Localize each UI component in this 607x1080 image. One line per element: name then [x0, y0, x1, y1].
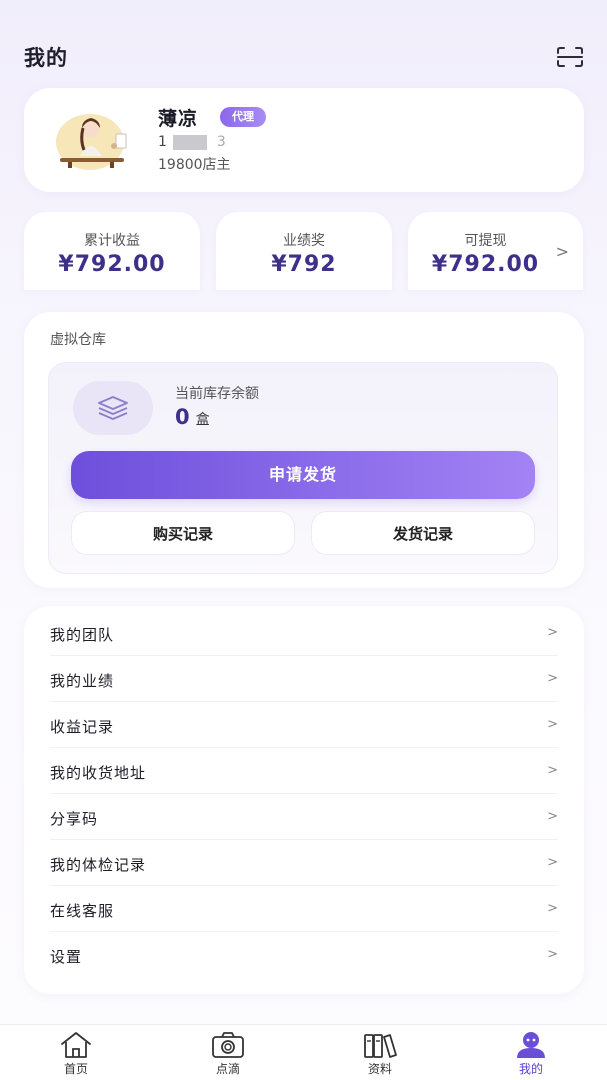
stat-total-earnings[interactable]: 累计收益 ¥792.00	[24, 212, 200, 290]
role-badge: 代理	[220, 107, 266, 127]
tab-moments[interactable]: 点滴	[178, 1025, 278, 1080]
stock-count: 0	[175, 405, 190, 429]
shop-level: 19800店主	[158, 157, 231, 173]
profile-icon	[514, 1031, 548, 1059]
stat-label: 累计收益	[84, 233, 140, 249]
menu-list: 我的团队 > 我的业绩 > 收益记录 > 我的收货地址 > 分享码 > 我的体检…	[24, 606, 584, 994]
menu-label: 收益记录	[50, 718, 115, 736]
profile-card[interactable]: 薄凉 代理 1 3 19800店主	[24, 88, 584, 192]
virtual-warehouse-card: 虚拟仓库 当前库存余额 0盒 申请发货 购买记录 发货记录	[24, 312, 584, 588]
chevron-right-icon: >	[547, 671, 558, 686]
menu-label: 我的体检记录	[50, 856, 147, 874]
stat-value: ¥792.00	[58, 252, 166, 277]
stock-panel: 当前库存余额 0盒 申请发货 购买记录 发货记录	[48, 362, 558, 574]
stat-value: ¥792.00	[431, 252, 540, 277]
menu-item-online-support[interactable]: 在线客服 >	[50, 886, 558, 932]
stat-performance-bonus[interactable]: 业绩奖 ¥792	[216, 212, 392, 290]
menu-item-settings[interactable]: 设置 >	[50, 932, 558, 978]
chevron-right-icon: >	[547, 901, 558, 916]
stat-label: 可提现	[464, 233, 507, 249]
stat-withdrawable[interactable]: 可提现 ¥792.00 >	[408, 212, 583, 290]
warehouse-title: 虚拟仓库	[50, 332, 106, 348]
menu-item-earnings-records[interactable]: 收益记录 >	[50, 702, 558, 748]
layers-icon	[73, 381, 153, 435]
avatar[interactable]	[54, 106, 134, 172]
menu-item-share-code[interactable]: 分享码 >	[50, 794, 558, 840]
tab-materials[interactable]: 资料	[330, 1025, 430, 1080]
chevron-right-icon: >	[547, 717, 558, 732]
stat-label: 业绩奖	[283, 233, 325, 249]
purchase-records-button[interactable]: 购买记录	[71, 511, 295, 555]
camera-icon	[211, 1031, 245, 1059]
stock-label: 当前库存余额	[175, 386, 259, 402]
menu-label: 我的收货地址	[50, 764, 147, 782]
stat-value: ¥792	[271, 252, 337, 277]
chevron-right-icon: >	[547, 855, 558, 870]
phone-number: 1 3	[158, 134, 226, 150]
menu-label: 我的团队	[50, 626, 115, 644]
user-name: 薄凉	[158, 108, 199, 130]
shipping-records-button[interactable]: 发货记录	[311, 511, 535, 555]
page-title: 我的	[24, 46, 68, 70]
chevron-right-icon: >	[555, 242, 569, 261]
books-icon	[363, 1031, 397, 1059]
menu-item-shipping-address[interactable]: 我的收货地址 >	[50, 748, 558, 794]
chevron-right-icon: >	[547, 947, 558, 962]
menu-label: 在线客服	[50, 902, 115, 920]
chevron-right-icon: >	[547, 625, 558, 640]
bottom-tab-bar: 首页 点滴 资料 我的	[0, 1024, 607, 1080]
menu-label: 设置	[50, 948, 83, 966]
tab-mine[interactable]: 我的	[481, 1025, 581, 1080]
tab-label: 首页	[63, 1062, 88, 1076]
tab-label: 我的	[518, 1062, 543, 1076]
phone-mask	[172, 134, 207, 150]
stock-value: 0盒	[175, 405, 210, 429]
stock-unit: 盒	[195, 412, 210, 428]
menu-item-checkup-records[interactable]: 我的体检记录 >	[50, 840, 558, 886]
phone-prefix: 1	[158, 134, 167, 150]
menu-label: 我的业绩	[50, 672, 115, 690]
chevron-right-icon: >	[547, 809, 558, 824]
menu-label: 分享码	[50, 810, 99, 828]
tab-label: 资料	[367, 1062, 392, 1076]
menu-item-my-performance[interactable]: 我的业绩 >	[50, 656, 558, 702]
tab-home[interactable]: 首页	[26, 1025, 126, 1080]
home-icon	[59, 1031, 93, 1059]
scan-icon[interactable]	[556, 46, 584, 68]
page-header: 我的	[0, 0, 607, 90]
apply-shipment-button[interactable]: 申请发货	[71, 451, 535, 499]
tab-label: 点滴	[215, 1062, 240, 1076]
chevron-right-icon: >	[547, 763, 558, 778]
menu-item-my-team[interactable]: 我的团队 >	[50, 610, 558, 656]
phone-suffix: 3	[216, 134, 226, 150]
